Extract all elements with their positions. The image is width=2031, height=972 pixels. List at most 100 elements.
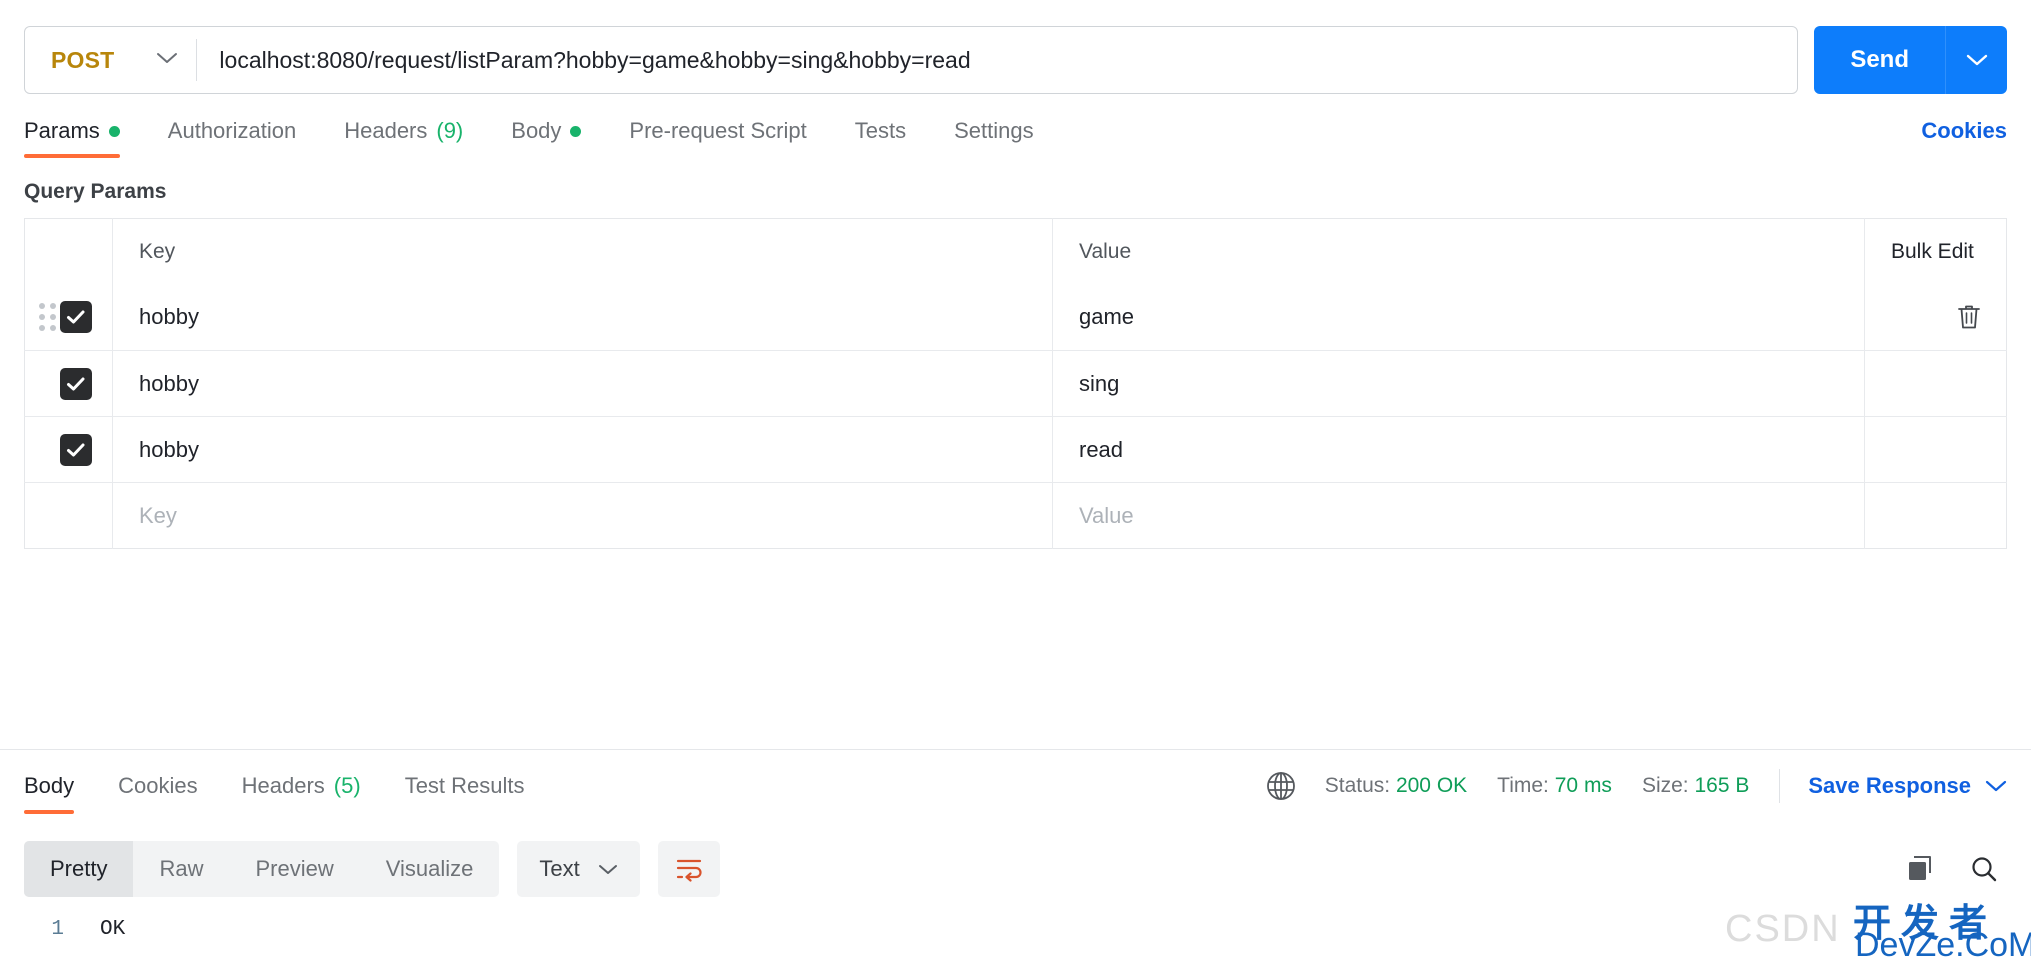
view-mode-preview[interactable]: Preview [229,841,359,897]
chevron-down-icon [1985,773,2007,799]
response-body-viewer[interactable]: 1 OK [0,912,2031,972]
tab-pre-request-script-label: Pre-request Script [629,118,807,143]
divider [1779,769,1781,803]
response-tab-headers-label: Headers [241,773,325,798]
http-method-label: POST [51,46,115,73]
row-checkbox-cell [24,350,113,417]
bulk-edit-button[interactable]: Bulk Edit [1865,219,2007,285]
row-checkbox[interactable] [60,433,92,466]
time-badge: Time: 70 ms [1497,774,1612,798]
response-body-content: OK [78,912,125,972]
view-mode-segmented-control: Pretty Raw Preview Visualize [24,841,500,897]
size-badge: Size: 165 B [1642,774,1749,798]
row-checkbox-cell [24,482,113,549]
tab-authorization[interactable]: Authorization [144,118,320,158]
row-value-input[interactable]: sing [1052,350,1865,417]
header-checkbox-cell [24,218,113,285]
save-response-label: Save Response [1808,773,1971,798]
row-key-input[interactable]: hobby [112,284,1053,351]
table-row: hobby sing [24,350,2007,417]
search-icon[interactable] [1969,854,1999,884]
request-tabs: Params Authorization Headers (9) Body Pr… [24,118,1058,158]
response-tab-body[interactable]: Body [24,750,96,822]
row-value-input[interactable]: game [1052,284,1865,351]
response-tab-test-results-label: Test Results [404,773,525,798]
globe-icon [1265,770,1297,802]
unsaved-dot-icon [570,125,582,137]
chevron-down-icon [598,856,618,882]
response-tab-headers-count: (5) [333,773,361,798]
row-actions [1865,285,2007,351]
format-dropdown[interactable]: Text [517,841,640,897]
row-checkbox[interactable] [60,367,92,400]
row-actions [1865,417,2007,483]
query-params-table: Key Value Bulk Edit hobby game hobby sin… [24,218,2007,549]
http-method-dropdown[interactable]: POST [25,27,196,93]
send-button[interactable]: Send [1814,26,1945,94]
row-key-input[interactable]: hobby [112,350,1053,417]
response-tab-body-label: Body [24,773,75,798]
view-mode-pretty[interactable]: Pretty [24,841,134,897]
send-button-group: Send [1814,26,2007,94]
request-url-bar: POST localhost:8080/request/listParam?ho… [0,0,2031,100]
time-value: 70 ms [1554,774,1612,797]
row-key-input[interactable]: hobby [112,416,1053,483]
tab-settings[interactable]: Settings [930,118,1058,158]
row-value-input[interactable]: read [1052,416,1865,483]
cookies-link[interactable]: Cookies [1921,118,2007,144]
tab-headers-label: Headers [344,118,428,143]
word-wrap-icon [676,859,702,882]
word-wrap-button[interactable] [657,841,720,897]
copy-icon[interactable] [1905,854,1935,884]
size-value: 165 B [1694,774,1750,797]
tab-pre-request-script[interactable]: Pre-request Script [605,118,830,158]
view-mode-visualize[interactable]: Visualize [360,841,500,897]
row-checkbox[interactable] [60,301,92,334]
table-row: hobby read [24,416,2007,483]
status-value: 200 OK [1395,774,1468,797]
line-number: 1 [51,918,64,941]
row-actions [1865,483,2007,549]
url-input[interactable]: localhost:8080/request/listParam?hobby=g… [197,47,1797,74]
save-response-button[interactable]: Save Response [1808,773,2007,799]
tab-tests[interactable]: Tests [831,118,930,158]
response-tab-cookies-label: Cookies [118,773,198,798]
tab-tests-label: Tests [854,118,907,143]
tab-headers-count: (9) [436,118,464,143]
toolbar-right-actions [1905,854,2007,884]
delete-row-button[interactable] [1865,303,2006,331]
row-checkbox-cell [24,284,113,351]
request-tabs-bar: Params Authorization Headers (9) Body Pr… [0,100,2031,158]
format-label: Text [539,856,580,881]
drag-handle-icon[interactable] [39,303,56,332]
response-body-toolbar: Pretty Raw Preview Visualize Text [0,832,2031,906]
table-row-empty: Key Value [24,482,2007,549]
new-value-input[interactable]: Value [1052,482,1865,549]
tab-headers[interactable]: Headers (9) [320,118,487,158]
send-options-button[interactable] [1945,26,2007,94]
chevron-down-icon [156,51,178,70]
response-tabs-bar: Body Cookies Headers (5) Test Results St… [0,750,2031,822]
new-key-input[interactable]: Key [112,482,1053,549]
tab-params-label: Params [24,118,100,143]
table-header-row: Key Value Bulk Edit [24,218,2007,285]
tab-body-label: Body [511,118,562,143]
url-input-wrapper: POST localhost:8080/request/listParam?ho… [24,26,1799,94]
tab-params[interactable]: Params [24,118,144,158]
tab-body[interactable]: Body [487,118,605,158]
code-line: OK [100,918,126,941]
table-row: hobby game [24,284,2007,351]
header-key: Key [112,218,1053,285]
response-tab-test-results[interactable]: Test Results [383,750,547,822]
status-label: Status: [1324,774,1391,797]
tab-authorization-label: Authorization [167,118,297,143]
header-value: Value [1052,218,1865,285]
view-mode-raw[interactable]: Raw [133,841,229,897]
response-tab-cookies[interactable]: Cookies [96,750,219,822]
unsaved-dot-icon [108,125,120,137]
response-tabs: Body Cookies Headers (5) Test Results [24,750,547,822]
query-params-title: Query Params [24,180,167,203]
tab-settings-label: Settings [954,118,1034,143]
response-tab-headers[interactable]: Headers (5) [220,750,383,822]
row-checkbox-cell [24,416,113,483]
